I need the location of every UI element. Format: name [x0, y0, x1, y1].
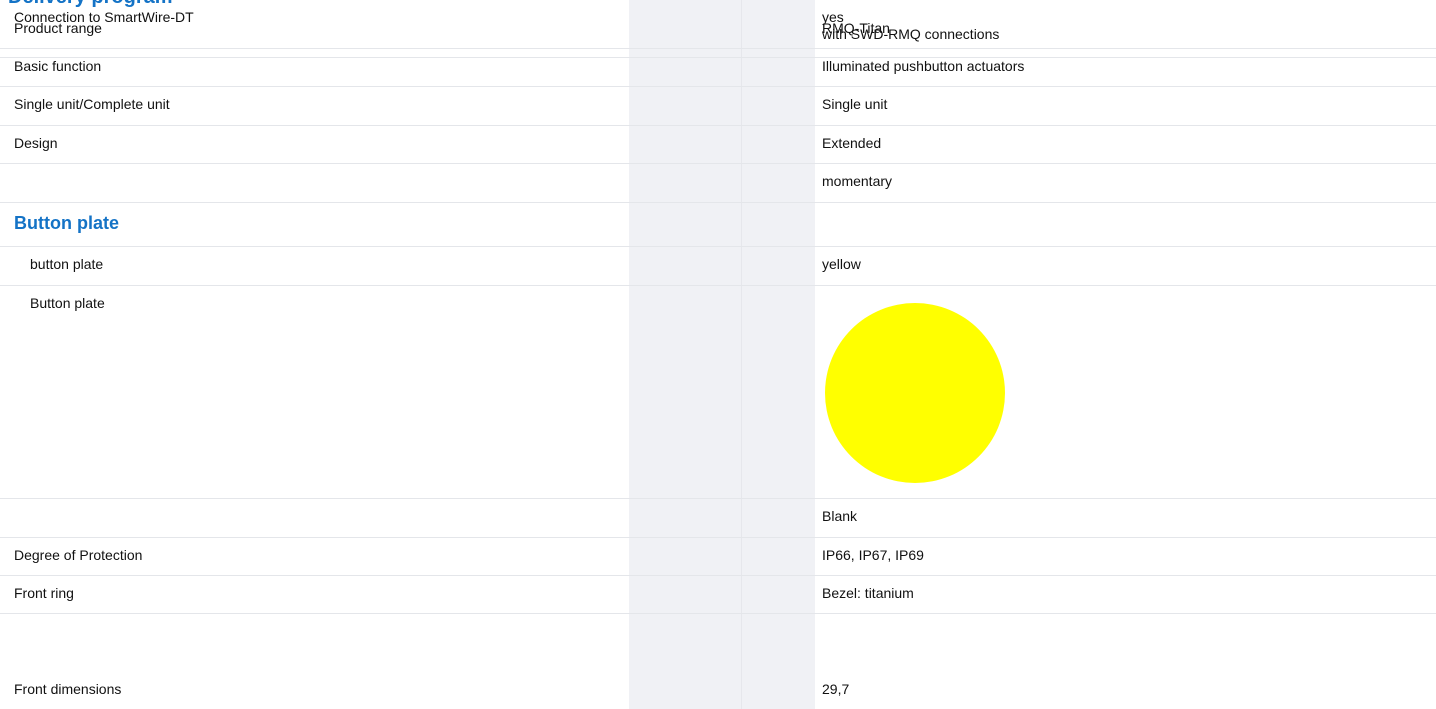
table-row: Connection to SmartWire-DT yes with SWD-… [0, 0, 1436, 58]
row-label: Basic function [14, 58, 102, 74]
row-value: Extended [822, 135, 882, 151]
row-label: Degree of Protection [14, 547, 143, 563]
row-label: Connection to SmartWire-DT [14, 9, 194, 25]
table-row: momentary [0, 164, 1436, 203]
row-value: IP66, IP67, IP69 [822, 547, 924, 563]
row-label: Front ring [14, 585, 74, 601]
row-value-line: with SWD-RMQ connections [822, 26, 1000, 42]
table-row: Degree of Protection IP66, IP67, IP69 [0, 538, 1436, 576]
table-row: Button plate [0, 286, 1436, 499]
row-label: Single unit/Complete unit [14, 96, 170, 112]
row-value: yellow [822, 256, 861, 272]
section-heading-button-plate: Button plate [14, 213, 119, 233]
row-label: button plate [30, 256, 104, 272]
row-value: Single unit [822, 96, 888, 112]
button-plate-color-swatch [825, 303, 1005, 483]
row-value-line: yes [822, 9, 844, 25]
row-value: Bezel: titanium [822, 585, 914, 601]
row-value: momentary [822, 173, 893, 189]
table-row: Design Extended [0, 126, 1436, 164]
row-label: Design [14, 135, 58, 151]
row-label: Front dimensions [14, 681, 122, 697]
row-value: Illuminated pushbutton actuators [822, 58, 1025, 74]
table-row: Blank [0, 499, 1436, 538]
table-row: button plate yellow [0, 247, 1436, 286]
table-row: Front ring Bezel: titanium [0, 576, 1436, 614]
section-row-button-plate: Button plate [0, 203, 1436, 247]
row-value-multiline: yes with SWD-RMQ connections [822, 9, 999, 43]
table-row: Front dimensions 29,7 [0, 672, 1436, 709]
table-row: Single unit/Complete unit Single unit [0, 87, 1436, 126]
row-value: Blank [822, 508, 858, 524]
row-label: Button plate [30, 295, 105, 311]
row-value: 29,7 [822, 681, 850, 697]
